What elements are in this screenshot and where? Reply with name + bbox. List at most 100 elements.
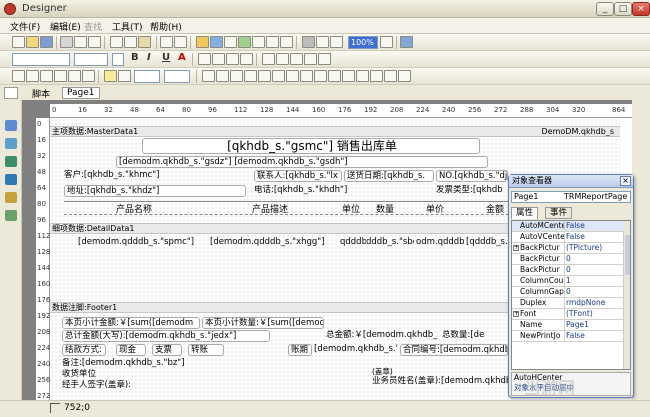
- company-address[interactable]: [demodm.qkhdb_s."gsdz"] [demodm.qkhdb_s.…: [116, 156, 488, 168]
- zoom-dropdown-icon[interactable]: [380, 36, 393, 48]
- close-button[interactable]: ×: [632, 2, 650, 16]
- copy-icon[interactable]: [124, 36, 137, 48]
- detail-field-sbdm[interactable]: dddb_s."sbdm: [366, 237, 414, 249]
- cut-icon[interactable]: [110, 36, 123, 48]
- shape-tool-icon[interactable]: [5, 192, 17, 203]
- line-width-combo[interactable]: [134, 70, 160, 83]
- expand-icon[interactable]: +: [513, 311, 519, 317]
- bring-front-icon[interactable]: [196, 36, 209, 48]
- word-wrap-icon[interactable]: [304, 53, 317, 65]
- settle-credit-option[interactable]: 账期: [288, 344, 312, 356]
- align-grid-icon[interactable]: [316, 36, 329, 48]
- menu-help[interactable]: 帮助(H): [150, 20, 182, 33]
- valign-middle-icon[interactable]: [276, 53, 289, 65]
- fit-grid-icon[interactable]: [330, 36, 343, 48]
- settle-transfer-option[interactable]: 转账: [188, 344, 224, 356]
- pointer-tool-icon[interactable]: [4, 87, 18, 99]
- align-tops-icon[interactable]: [244, 70, 257, 82]
- align-justify-icon[interactable]: [240, 53, 253, 65]
- footer-contract[interactable]: 合同编号:[demodm.qkhdb: [400, 344, 508, 356]
- property-row[interactable]: + Font (TFont): [512, 309, 624, 320]
- property-value[interactable]: Page1: [566, 320, 624, 330]
- new-icon[interactable]: [12, 36, 25, 48]
- detail-field-price[interactable]: odm.qdddb_s.": [416, 237, 464, 249]
- move-right-icon[interactable]: [384, 70, 397, 82]
- scroll-thumb[interactable]: [625, 235, 630, 275]
- report-title[interactable]: [qkhdb_s."gsmc"] 销售出库单: [142, 138, 480, 154]
- field-ship-date[interactable]: 送货日期:[qkhdb_s.: [344, 170, 434, 182]
- tab-script[interactable]: 脚本: [32, 87, 50, 100]
- frame-all-icon[interactable]: [12, 70, 25, 82]
- align-center-icon[interactable]: [212, 53, 225, 65]
- valign-top-icon[interactable]: [262, 53, 275, 65]
- frame-bottom-icon[interactable]: [68, 70, 81, 82]
- object-selector[interactable]: Page1 TRMReportPage: [511, 191, 631, 203]
- barcode-tool-icon[interactable]: [5, 210, 17, 221]
- page-setup-icon[interactable]: [88, 36, 101, 48]
- detail-field-amount[interactable]: [qdddb_s.: [466, 237, 508, 249]
- property-row[interactable]: AutoMCente False: [512, 221, 624, 232]
- open-icon[interactable]: [26, 36, 39, 48]
- field-phone[interactable]: 电话:[qkhdb_s."khdh"]: [254, 185, 414, 197]
- memo-tool-icon[interactable]: [5, 120, 17, 131]
- maximize-button[interactable]: □: [614, 2, 632, 16]
- menu-file[interactable]: 文件(F): [10, 20, 40, 33]
- rotate-icon[interactable]: [318, 53, 331, 65]
- page-icon[interactable]: [280, 36, 293, 48]
- align-rights-icon[interactable]: [230, 70, 243, 82]
- group-icon[interactable]: [224, 36, 237, 48]
- property-row[interactable]: ColumnCoun 1: [512, 276, 624, 287]
- inspector-close-button[interactable]: ×: [620, 176, 631, 186]
- subreport-tool-icon[interactable]: [5, 174, 17, 185]
- property-value[interactable]: 0: [566, 254, 624, 264]
- align-right-icon[interactable]: [226, 53, 239, 65]
- property-row[interactable]: Name Page1: [512, 320, 624, 331]
- footer-total-qty[interactable]: 总数量:[de: [442, 330, 508, 342]
- space-vert-icon[interactable]: [328, 70, 341, 82]
- save-icon[interactable]: [40, 36, 53, 48]
- align-lefts-icon[interactable]: [202, 70, 215, 82]
- preview-icon[interactable]: [74, 36, 87, 48]
- property-scrollbar[interactable]: [623, 221, 630, 369]
- redo-icon[interactable]: [174, 36, 187, 48]
- frame-color-icon[interactable]: [118, 70, 131, 82]
- font-size-combo[interactable]: [74, 53, 108, 66]
- menu-find[interactable]: 查找: [84, 20, 102, 33]
- master-band-header[interactable]: 主项数据:MasterData1 DemoDM.qkhdb_s: [50, 126, 620, 137]
- space-horz-icon[interactable]: [314, 70, 327, 82]
- frame-none-icon[interactable]: [82, 70, 95, 82]
- detail-field-qty[interactable]: qdddb: [340, 237, 366, 249]
- undo-icon[interactable]: [160, 36, 173, 48]
- footer-clerk[interactable]: 业务员姓名(盖章):[demodm.qkhdb_s.: [372, 376, 512, 388]
- property-value[interactable]: 0: [566, 265, 624, 275]
- fill-color-icon[interactable]: [104, 70, 117, 82]
- center-horz-icon[interactable]: [342, 70, 355, 82]
- field-customer[interactable]: 客户:[qkhdb_s."khmc"]: [64, 170, 244, 182]
- same-width-icon[interactable]: [286, 70, 299, 82]
- zoom-combo[interactable]: 100%: [348, 36, 378, 49]
- align-bottoms-icon[interactable]: [272, 70, 285, 82]
- property-value[interactable]: rmdpNone: [566, 298, 624, 308]
- field-contact[interactable]: 联系人:[qkhdb_s."lx: [254, 170, 342, 182]
- move-left-icon[interactable]: [370, 70, 383, 82]
- center-vert-icon[interactable]: [356, 70, 369, 82]
- align-middles-icon[interactable]: [258, 70, 271, 82]
- send-back-icon[interactable]: [210, 36, 223, 48]
- property-value[interactable]: False: [566, 232, 624, 242]
- footer-settle-field[interactable]: [demodm.qkhdb_s.": [314, 344, 398, 356]
- property-value[interactable]: False: [566, 221, 624, 231]
- tab-properties[interactable]: 属性: [511, 207, 539, 219]
- underline-button[interactable]: U: [162, 52, 170, 63]
- bold-button[interactable]: B: [131, 52, 139, 63]
- grid-icon[interactable]: [302, 36, 315, 48]
- property-value[interactable]: (TPicture): [566, 243, 624, 253]
- font-color-button[interactable]: A: [178, 52, 186, 63]
- tab-events[interactable]: 事件: [545, 207, 573, 219]
- footer-total-upper[interactable]: 总计金额(大写):[demodm.qkhdb_s."jedx"]: [62, 330, 270, 342]
- band-tool-icon[interactable]: [5, 138, 17, 149]
- valign-bottom-icon[interactable]: [290, 53, 303, 65]
- field-invoice-type[interactable]: 发票类型:[qkhdb: [436, 185, 508, 197]
- frame-top-icon[interactable]: [54, 70, 67, 82]
- footer-page-total[interactable]: 本页小计金额:￥[sum([demodm: [62, 317, 200, 329]
- delete-icon[interactable]: [266, 36, 279, 48]
